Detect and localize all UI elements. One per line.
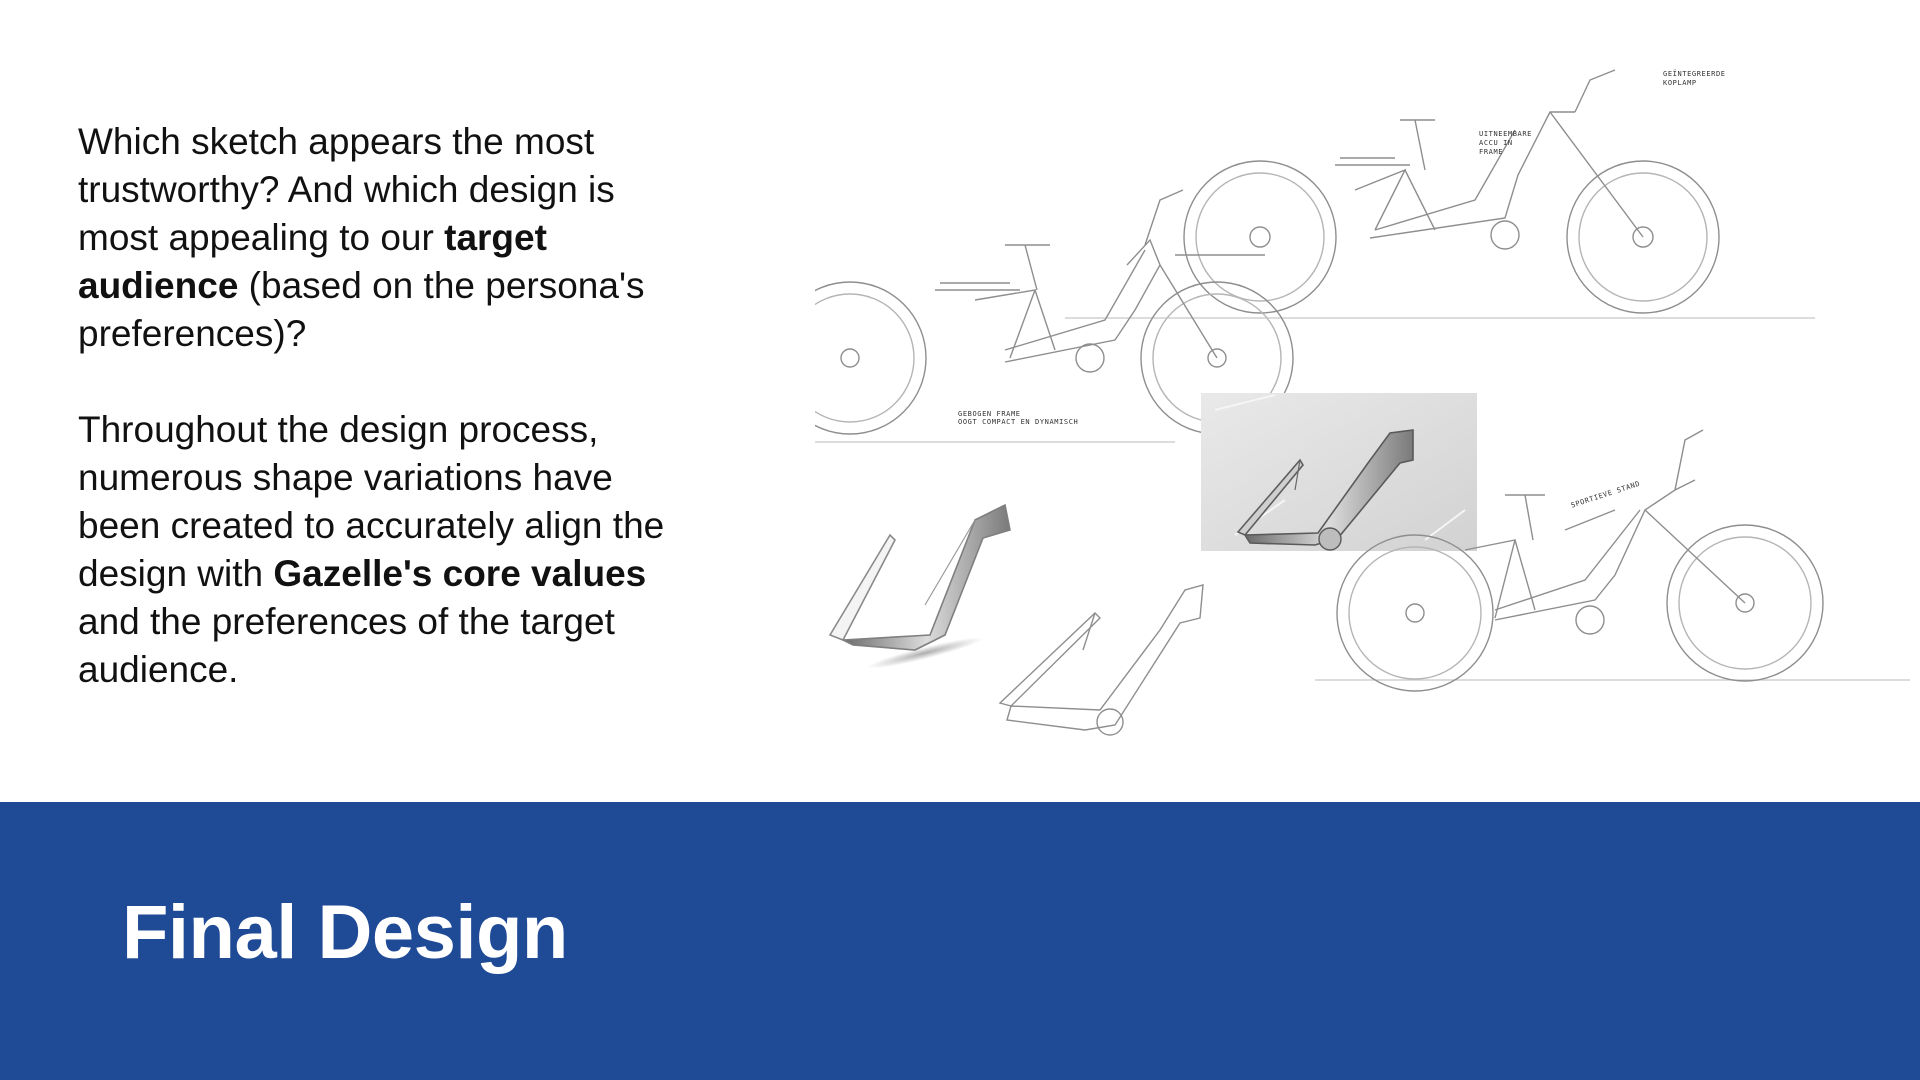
intro-paragraph-1: Which sketch appears the most trustworth… xyxy=(78,121,645,354)
footer-band: Final Design xyxy=(0,802,1920,1080)
section-title: Final Design xyxy=(122,890,568,975)
sketch-render-panel xyxy=(1201,393,1477,551)
bike-sketch-collage: GEÏNTEGREERDE KOPLAMP UITNEEMBARE ACCU I… xyxy=(815,40,1920,740)
label-headlamp: GEÏNTEGREERDE KOPLAMP xyxy=(1663,70,1726,87)
intro-paragraph-2: Throughout the design process, numerous … xyxy=(78,409,665,690)
sketch-frame-line xyxy=(998,584,1204,736)
label-battery: UITNEEMBARE ACCU IN FRAME xyxy=(1479,130,1532,156)
intro-text: Which sketch appears the most trustworth… xyxy=(78,118,698,694)
label-frame-2: OOGT COMPACT EN DYNAMISCH xyxy=(958,418,1079,426)
sketch-bike-top-right xyxy=(1175,69,1720,314)
sketch-frame-shaded xyxy=(828,503,1011,669)
emphasis-core-values: Gazelle's core values xyxy=(273,553,647,594)
bike-sketches-illustration xyxy=(815,69,1910,736)
